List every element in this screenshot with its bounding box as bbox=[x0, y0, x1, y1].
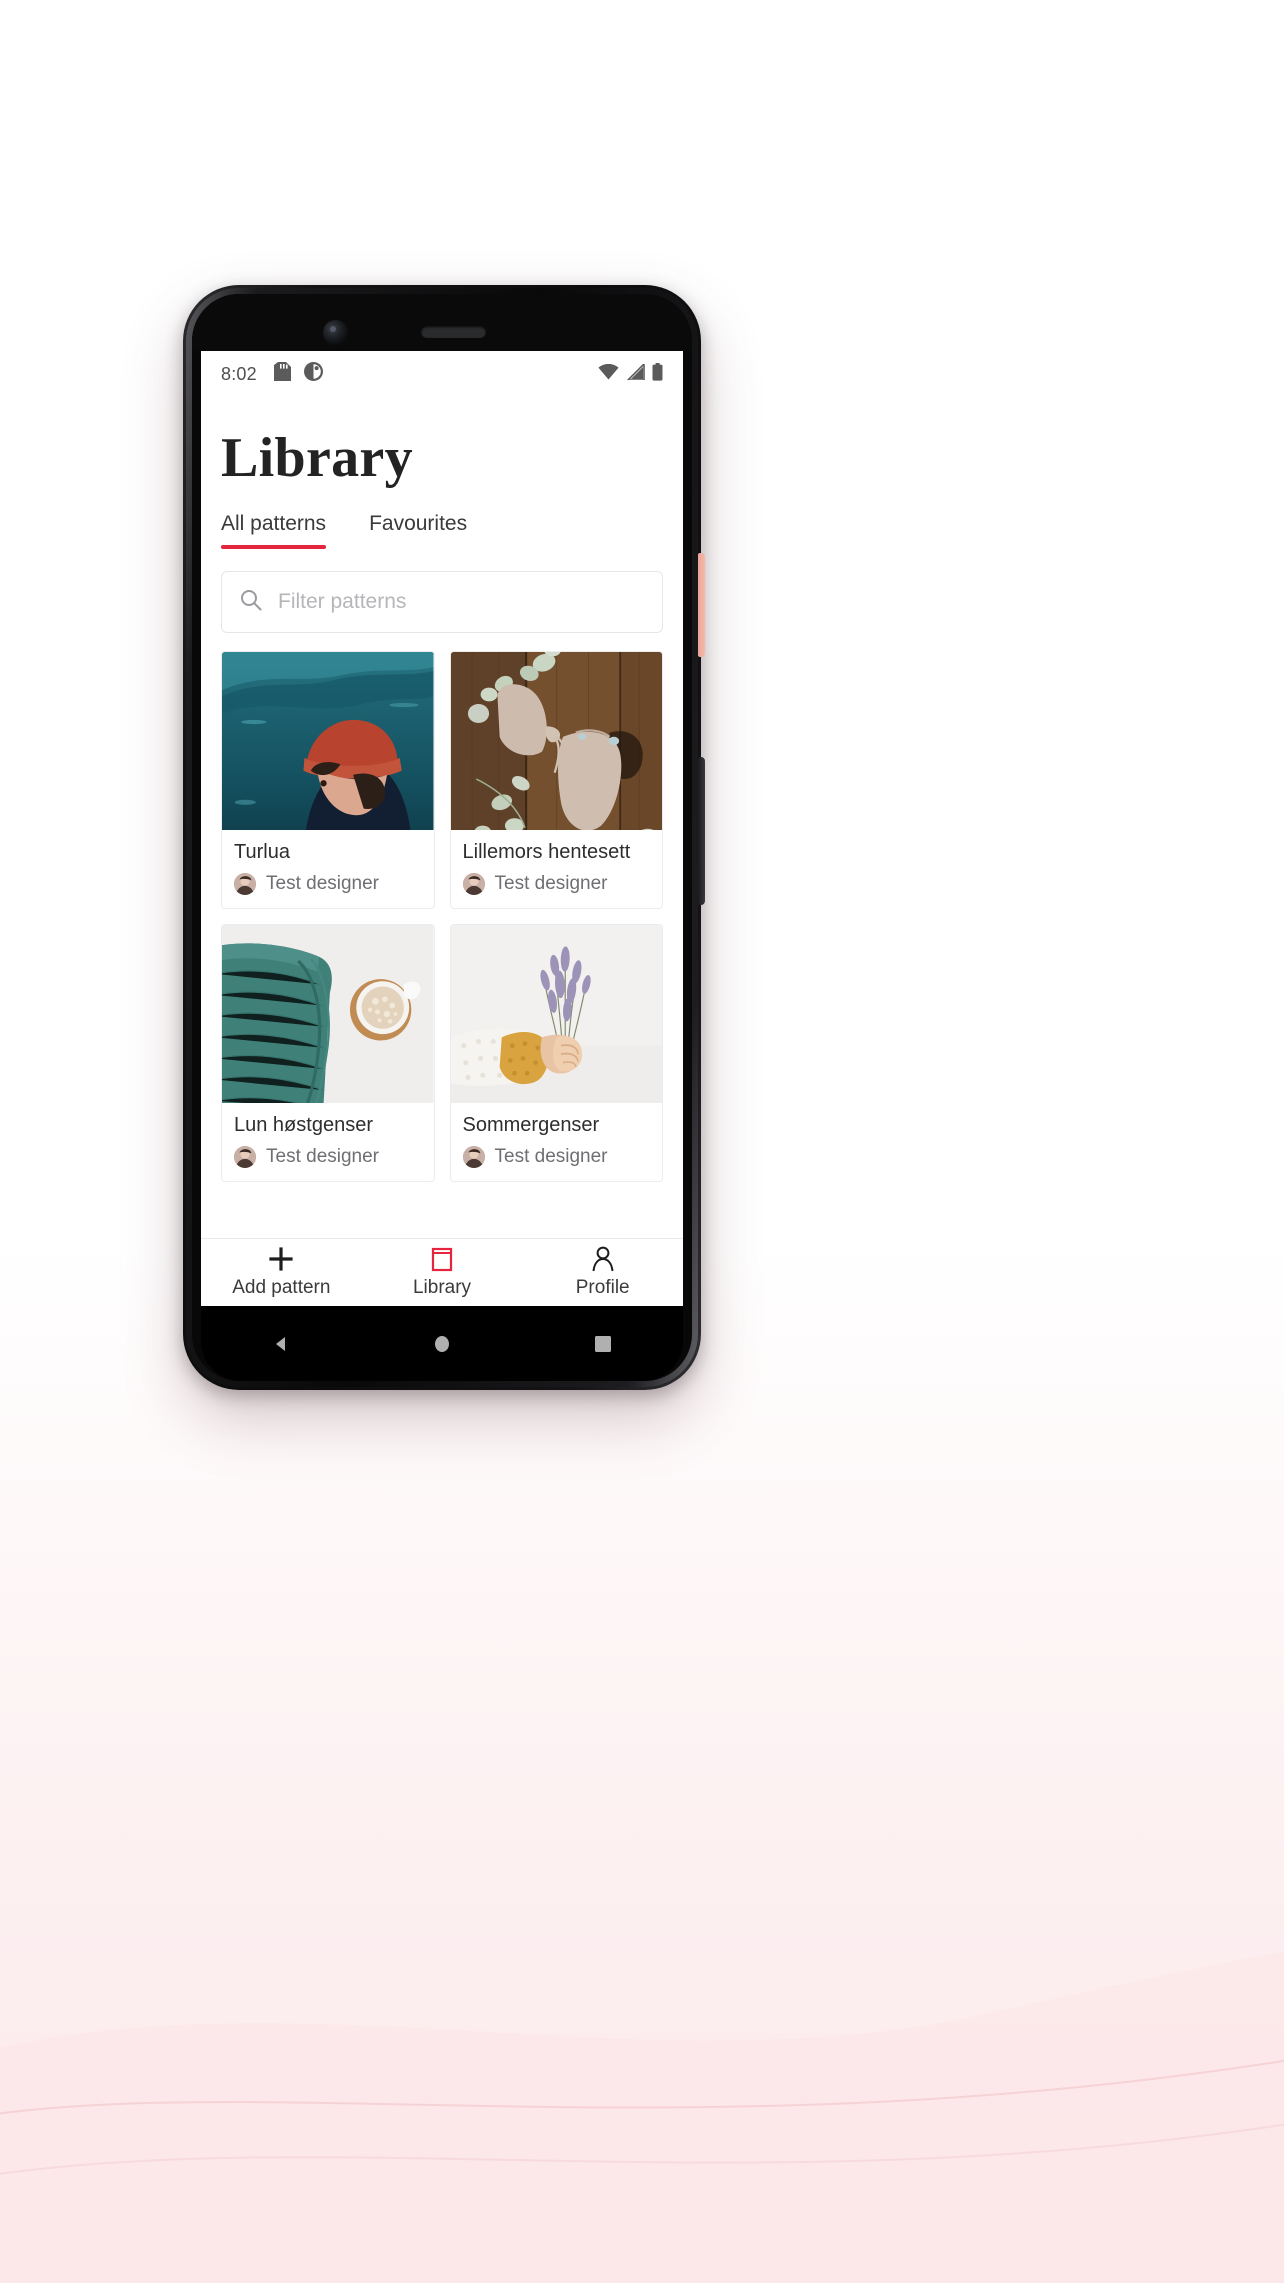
status-bar-left-icons bbox=[273, 362, 323, 386]
pattern-author: Test designer bbox=[234, 873, 422, 895]
nav-item-library[interactable]: Library bbox=[362, 1246, 523, 1299]
pattern-author: Test designer bbox=[462, 1146, 651, 1168]
pattern-card[interactable]: Lillemors hentesett Test designer bbox=[449, 651, 663, 909]
recents-button[interactable] bbox=[588, 1329, 618, 1359]
pattern-thumbnail-lillemors-hentesett bbox=[450, 652, 662, 830]
pattern-author: Test designer bbox=[234, 1146, 422, 1168]
book-icon bbox=[431, 1246, 453, 1272]
phone-screen: 8:02 Library All patterns Favourites Fil… bbox=[201, 351, 683, 1306]
status-bar-time: 8:02 bbox=[221, 363, 257, 384]
pattern-title: Sommergenser bbox=[462, 1114, 600, 1136]
phone-top-bezel bbox=[192, 294, 692, 351]
avatar bbox=[462, 873, 485, 895]
home-button[interactable] bbox=[427, 1329, 457, 1359]
wifi-icon bbox=[598, 363, 619, 385]
tab-bar: All patterns Favourites bbox=[201, 512, 683, 549]
nav-item-add-pattern[interactable]: Add pattern bbox=[201, 1246, 362, 1299]
author-name: Test designer bbox=[494, 873, 608, 894]
power-button[interactable] bbox=[698, 553, 705, 657]
background-curves bbox=[0, 1763, 1284, 2283]
earpiece-speaker bbox=[421, 326, 486, 338]
pattern-card[interactable]: Lun høstgenser Test designer bbox=[221, 924, 435, 1182]
nav-label: Library bbox=[412, 1277, 472, 1298]
tab-all-patterns[interactable]: All patterns bbox=[221, 512, 327, 549]
pattern-thumbnail-lun-hostgenser bbox=[222, 925, 434, 1103]
author-name: Test designer bbox=[266, 873, 380, 894]
volume-button[interactable] bbox=[698, 757, 705, 905]
battery-icon bbox=[652, 362, 663, 386]
nav-label: Profile bbox=[575, 1277, 630, 1298]
do-not-disturb-icon bbox=[303, 362, 323, 386]
pattern-card-body: Lun høstgenser Test designer bbox=[222, 1103, 434, 1181]
cellular-signal-icon bbox=[626, 361, 645, 385]
pattern-grid: Turlua Test designer Lillemors hentesett… bbox=[201, 633, 683, 1182]
person-icon bbox=[591, 1246, 615, 1272]
author-name: Test designer bbox=[494, 1146, 608, 1167]
avatar bbox=[234, 873, 256, 895]
back-button[interactable] bbox=[266, 1329, 296, 1359]
search-input[interactable]: Filter patterns bbox=[221, 571, 663, 633]
pattern-card[interactable]: Sommergenser Test designer bbox=[449, 924, 663, 1182]
pattern-card[interactable]: Turlua Test designer bbox=[221, 651, 435, 909]
avatar bbox=[462, 1146, 485, 1168]
pattern-thumbnail-sommergenser bbox=[450, 925, 662, 1103]
page-title: Library bbox=[221, 427, 413, 489]
pattern-author: Test designer bbox=[462, 873, 651, 895]
bottom-navigation: Add pattern Library Profile bbox=[201, 1238, 683, 1306]
pattern-title: Lillemors hentesett bbox=[462, 841, 631, 863]
author-name: Test designer bbox=[266, 1146, 380, 1167]
avatar bbox=[234, 1146, 256, 1168]
pattern-thumbnail-turlua bbox=[222, 652, 434, 830]
pattern-title: Turlua bbox=[234, 841, 290, 863]
pattern-card-body: Sommergenser Test designer bbox=[451, 1103, 663, 1181]
search-section: Filter patterns bbox=[201, 549, 683, 633]
sd-card-icon bbox=[273, 362, 291, 386]
pattern-card-body: Lillemors hentesett Test designer bbox=[451, 830, 663, 908]
android-navigation-bar bbox=[201, 1306, 683, 1381]
tab-favourites[interactable]: Favourites bbox=[369, 512, 467, 549]
nav-item-profile[interactable]: Profile bbox=[522, 1246, 683, 1299]
plus-icon bbox=[268, 1246, 294, 1272]
search-placeholder: Filter patterns bbox=[278, 590, 407, 613]
nav-label: Add pattern bbox=[232, 1277, 331, 1298]
status-bar: 8:02 bbox=[201, 351, 683, 397]
front-camera-icon bbox=[323, 320, 348, 345]
status-bar-right-icons bbox=[598, 361, 663, 386]
pattern-title: Lun høstgenser bbox=[234, 1114, 373, 1136]
pattern-card-body: Turlua Test designer bbox=[222, 830, 434, 908]
phone-device: 8:02 Library All patterns Favourites Fil… bbox=[183, 285, 705, 1390]
search-icon bbox=[240, 589, 262, 616]
